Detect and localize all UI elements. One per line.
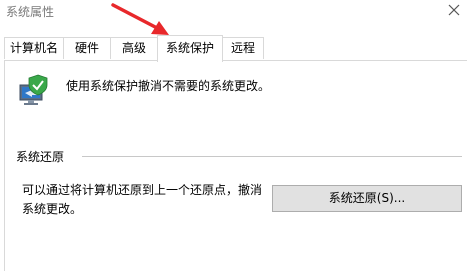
- tab-computer-name[interactable]: 计算机名: [4, 37, 64, 59]
- protection-description: 使用系统保护撤消不需要的系统更改。: [66, 79, 271, 93]
- system-restore-button[interactable]: 系统还原(S)...: [272, 185, 462, 212]
- system-properties-window: 系统属性 计算机名 硬件 高级 系统保护 远程 使用系统保护撤消不需要的系统更改…: [0, 0, 467, 271]
- system-restore-description: 可以通过将计算机还原到上一个还原点，撤消系统更改。: [22, 183, 263, 216]
- tab-strip: 计算机名 硬件 高级 系统保护 远程: [0, 35, 467, 62]
- tab-hardware[interactable]: 硬件: [63, 37, 111, 59]
- window-title: 系统属性: [6, 5, 55, 19]
- red-arrow-icon: [111, 3, 169, 35]
- close-icon[interactable]: [445, 1, 463, 19]
- system-restore-section-label: 系统还原: [16, 150, 65, 164]
- shield-computer-icon: [19, 74, 48, 105]
- tab-baseline: [4, 60, 467, 61]
- section-divider: [82, 156, 462, 157]
- title-bar: 系统属性: [0, 0, 467, 26]
- tab-remote[interactable]: 远程: [222, 37, 264, 59]
